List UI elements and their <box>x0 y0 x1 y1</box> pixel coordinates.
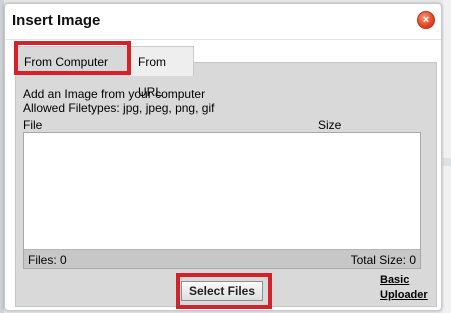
file-list[interactable] <box>23 132 421 250</box>
page-backdrop-blip <box>443 158 451 166</box>
tab-from-url[interactable]: From URL <box>129 46 194 99</box>
upload-instructions: Add an Image from your computer <box>23 87 206 101</box>
page-backdrop-right <box>443 0 451 313</box>
basic-uploader-link[interactable]: Basic Uploader <box>380 273 428 303</box>
upload-panel: Add an Image from your computer Allowed … <box>15 62 437 309</box>
basic-uploader-label-line2: Uploader <box>380 289 428 301</box>
select-files-highlight <box>176 273 272 309</box>
total-size: Total Size: 0 <box>350 253 416 267</box>
basic-uploader-label-line1: Basic <box>380 274 410 286</box>
files-count: Files: 0 <box>28 253 67 267</box>
dialog-title: Insert Image <box>12 12 101 29</box>
close-icon[interactable]: × <box>417 11 435 29</box>
column-header-size: Size <box>318 118 342 132</box>
file-list-footer: Files: 0 Total Size: 0 <box>23 249 421 269</box>
title-divider <box>5 39 441 40</box>
allowed-filetypes: Allowed Filetypes: jpg, jpeg, png, gif <box>23 101 215 115</box>
column-header-file: File <box>23 118 43 132</box>
insert-image-dialog: Insert Image × Add an Image from your co… <box>4 3 442 311</box>
tab-from-computer-highlight <box>14 41 131 75</box>
